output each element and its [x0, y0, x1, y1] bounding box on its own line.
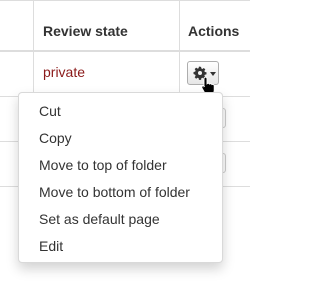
menu-item-copy[interactable]: Copy — [39, 130, 72, 146]
menu-item-cut[interactable]: Cut — [39, 103, 61, 119]
actions-dropdown-menu: Cut Copy Move to top of folder Move to b… — [18, 92, 223, 263]
menu-item-edit[interactable]: Edit — [39, 238, 63, 254]
menu-item-move-to-top[interactable]: Move to top of folder — [39, 157, 167, 173]
menu-item-set-default-page[interactable]: Set as default page — [39, 211, 160, 227]
menu-item-move-to-bottom[interactable]: Move to bottom of folder — [39, 184, 190, 200]
table-header-divider — [0, 50, 250, 52]
table-border-top — [0, 0, 250, 1]
review-state-value: private — [43, 64, 86, 80]
column-header-review-state[interactable]: Review state — [43, 23, 128, 39]
column-header-actions: Actions — [188, 23, 240, 39]
